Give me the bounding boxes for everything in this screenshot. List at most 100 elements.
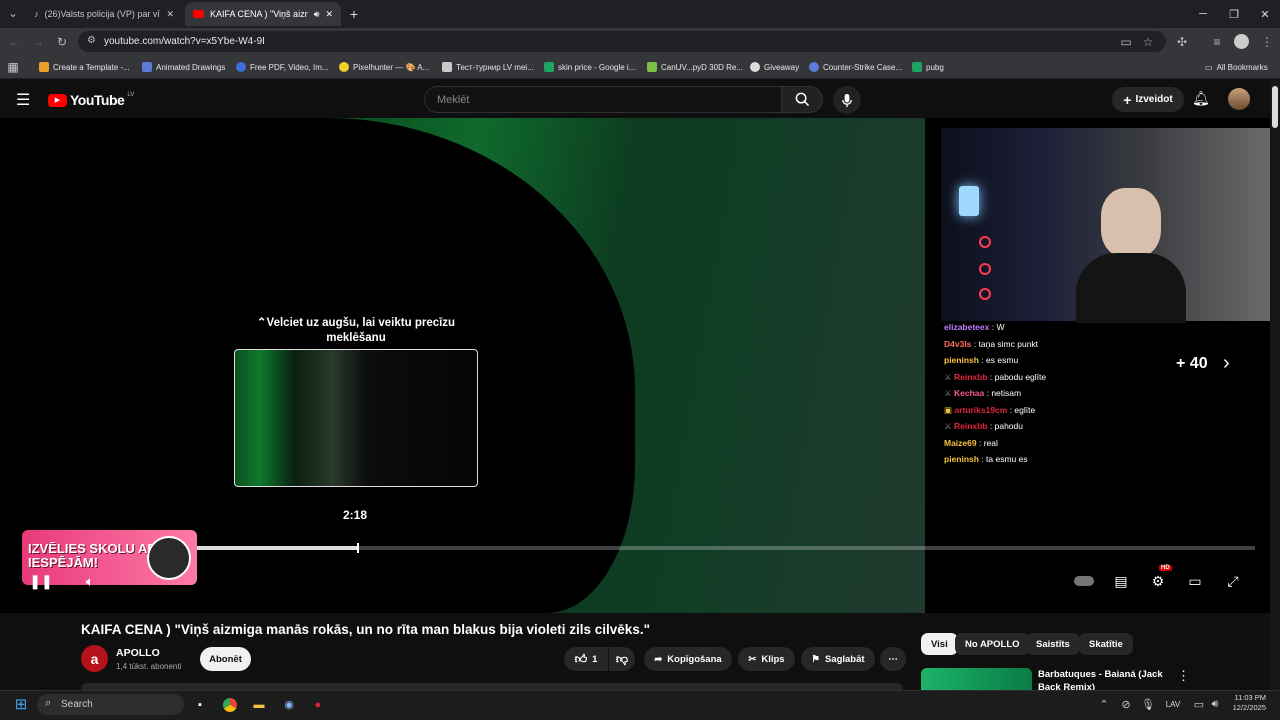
- system-tray-chevron-icon[interactable]: ⌃: [1093, 694, 1115, 715]
- microphone-tray-icon[interactable]: 🎙︎: [1137, 694, 1159, 715]
- subscribe-button[interactable]: Abonēt: [200, 647, 251, 671]
- tab-close-icon[interactable]: ✕: [325, 9, 333, 20]
- fullscreen-icon[interactable]: ⤢: [1220, 570, 1246, 592]
- minimize-icon[interactable]: ─: [1186, 0, 1220, 28]
- chrome-taskbar-icon[interactable]: [219, 694, 241, 715]
- input-language[interactable]: LAV: [1162, 694, 1184, 715]
- volume-tray-icon[interactable]: 🔊︎: [1204, 694, 1226, 715]
- clip-button[interactable]: ✂ Klips: [738, 647, 795, 671]
- voice-search-button[interactable]: [833, 86, 861, 114]
- autoplay-toggle[interactable]: [1074, 576, 1094, 586]
- youtube-favicon-icon: [193, 10, 204, 18]
- windows-start-icon[interactable]: ⊞: [10, 693, 32, 714]
- bookmark-favicon: [750, 62, 760, 72]
- bookmark-star-icon[interactable]: ☆: [1137, 31, 1159, 52]
- youtube-logo[interactable]: ▶ YouTube LV: [48, 92, 134, 108]
- dislike-button[interactable]: 👎︎: [609, 647, 635, 671]
- like-button[interactable]: 👍︎ 1: [564, 647, 608, 671]
- chat-badge-icon: ⚔: [944, 421, 954, 431]
- bookmark-create-template[interactable]: Create a Template -...: [39, 59, 130, 75]
- description-box[interactable]: [81, 683, 903, 690]
- bookmark-label: Pixelhunter — 🎨 A...: [353, 62, 430, 72]
- save-button[interactable]: ⚑ Saglabāt: [801, 647, 875, 671]
- taskbar-clock[interactable]: 11:03 PM 12/2/2025: [1226, 693, 1266, 713]
- bookmark-label: CanUV...pyD 30D Re...: [661, 62, 743, 72]
- bookmark-animated-drawings[interactable]: Animated Drawings: [142, 59, 225, 75]
- site-info-icon[interactable]: ⚙: [87, 35, 96, 46]
- back-arrow-icon[interactable]: ←: [3, 31, 25, 52]
- volume-icon[interactable]: 🔈︎: [77, 570, 103, 592]
- hamburger-menu-icon[interactable]: ☰: [16, 90, 30, 110]
- chat-message: ⚔ Reinxbb : pabodu eglīte: [944, 371, 1047, 382]
- chat-message: ⚔ Reinxbb : pahodu: [944, 421, 1023, 431]
- search-icon: [795, 92, 809, 107]
- search-input[interactable]: Meklēt: [424, 86, 782, 113]
- all-bookmarks-folder[interactable]: ▭ All Bookmarks: [1205, 59, 1268, 75]
- tab-police[interactable]: ♪ (26)Valsts policija (VP) par vīrieš ✕: [26, 2, 182, 26]
- microphone-icon: [842, 93, 852, 107]
- more-actions-icon[interactable]: ⋯: [880, 647, 906, 671]
- bookmark-canuv[interactable]: CanUV...pyD 30D Re...: [647, 59, 743, 75]
- settings-gear-icon[interactable]: ⚙: [1145, 570, 1171, 592]
- chat-text: W: [996, 322, 1005, 332]
- subscriber-count: 1,4 tūkst. abonenti: [116, 662, 182, 671]
- page-scrollbar[interactable]: [1270, 80, 1280, 690]
- bookmark-counter-strike[interactable]: Counter-Strike Case...: [809, 59, 902, 75]
- bookmark-favicon: [339, 62, 349, 72]
- notifications-bell-icon[interactable]: 🔔︎: [1192, 90, 1210, 107]
- bookmark-free-pdf[interactable]: Free PDF, Video, Im...: [236, 59, 329, 75]
- network-icon[interactable]: ⊘: [1115, 694, 1137, 715]
- scrollbar-thumb[interactable]: [1272, 86, 1278, 128]
- new-tab-button[interactable]: +: [343, 3, 365, 24]
- streamer-body: [1076, 253, 1186, 323]
- chat-text: eglīte: [1014, 404, 1036, 415]
- recommendation-menu-icon[interactable]: ⋮: [1177, 668, 1190, 684]
- taskbar-search[interactable]: ⌕ Search: [37, 694, 184, 715]
- chip-watched[interactable]: Skatītie: [1079, 633, 1133, 655]
- app-taskbar-icon[interactable]: ●: [307, 694, 329, 715]
- file-explorer-icon[interactable]: ▬: [248, 694, 270, 715]
- tab-close-icon[interactable]: ✕: [166, 9, 174, 20]
- bookmark-icon: ⚑: [811, 653, 820, 665]
- reading-list-icon[interactable]: ≡: [1206, 31, 1228, 52]
- next-chevron-icon[interactable]: ›: [1223, 352, 1230, 375]
- chat-message: pieninsh : ta esmu es: [944, 454, 1028, 464]
- subtitles-icon[interactable]: ▤: [1108, 570, 1134, 592]
- channel-name[interactable]: APOLLO: [116, 647, 160, 659]
- account-avatar[interactable]: [1228, 88, 1250, 110]
- task-view-icon[interactable]: ▪: [189, 694, 211, 715]
- create-button[interactable]: + Izveidot: [1112, 87, 1184, 112]
- extensions-icon[interactable]: ✣: [1171, 31, 1193, 52]
- search-button[interactable]: [781, 86, 823, 113]
- bookmark-test-tournament[interactable]: Тест-турнир LV mei...: [442, 59, 534, 75]
- progress-scrubber[interactable]: [357, 543, 360, 553]
- bookmark-giveaway[interactable]: Giveaway: [750, 59, 799, 75]
- share-button[interactable]: ➦ Kopīgošana: [644, 647, 732, 671]
- apps-grid-icon[interactable]: ▦: [2, 56, 24, 77]
- recommended-video-thumbnail[interactable]: [921, 668, 1032, 690]
- chip-related[interactable]: Saistīts: [1026, 633, 1080, 655]
- bookmark-pubg[interactable]: pubg: [912, 59, 944, 75]
- bookmark-pixelhunter[interactable]: Pixelhunter — 🎨 A...: [339, 59, 429, 75]
- restore-icon[interactable]: ❐: [1217, 0, 1251, 28]
- youtube-play-icon: ▶: [48, 93, 67, 107]
- youtube-wordmark: YouTube: [70, 92, 125, 108]
- tab-youtube-video[interactable]: KAIFA CENA ) "Viņš aizmiga 🔊︎ ✕: [185, 2, 341, 26]
- window-close-icon[interactable]: ✕: [1248, 0, 1280, 28]
- channel-avatar[interactable]: a: [81, 645, 108, 672]
- seek-hint-text: Velciet uz augšu, lai veiktu precīzu mek…: [266, 317, 456, 344]
- pause-icon[interactable]: ❚❚: [28, 570, 54, 592]
- cast-icon[interactable]: ▭: [1115, 31, 1137, 52]
- theater-mode-icon[interactable]: ▭: [1182, 570, 1208, 592]
- more-videos-count[interactable]: + 40: [1176, 355, 1208, 373]
- chip-all[interactable]: Visi: [921, 633, 958, 655]
- forward-arrow-icon[interactable]: →: [27, 31, 49, 52]
- bookmark-skin-price[interactable]: skin price - Google i...: [544, 59, 635, 75]
- discord-taskbar-icon[interactable]: ◉: [278, 694, 300, 715]
- browser-menu-icon[interactable]: ⋮: [1256, 31, 1278, 52]
- tab-search-chevron-icon[interactable]: ⌄: [2, 3, 24, 24]
- profile-avatar[interactable]: [1234, 34, 1249, 49]
- reload-icon[interactable]: ↻: [51, 31, 73, 52]
- address-bar[interactable]: ⚙ youtube.com/watch?v=x5Ybe-W4-9I: [78, 31, 1166, 52]
- chip-from-apollo[interactable]: No APOLLO: [955, 633, 1030, 655]
